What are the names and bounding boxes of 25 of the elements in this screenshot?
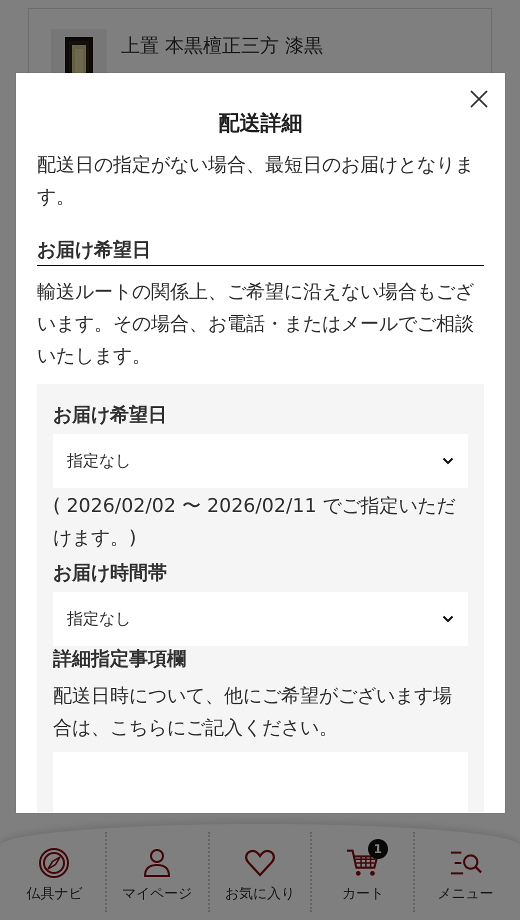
section-note: 輸送ルートの関係上、ご希望に沿えない場合もございます。その場合、お電話・またはメールでご相談いたします。 [37, 280, 475, 369]
nav-item[interactable]: 1 カート [312, 841, 414, 903]
dialog-title: 配送詳細 [218, 110, 304, 137]
date-range-note: ( 2026/02/02 〜 2026/02/11 でご指定いただけます。) [53, 494, 457, 551]
section-heading: お届け希望日 [37, 237, 484, 266]
nav-item[interactable]: メニュー [415, 841, 516, 903]
compass-icon [37, 847, 72, 879]
field-description: 配送日時について、他にご希望がございます場合は、こちらにご記入ください。 [53, 684, 453, 741]
close-button[interactable] [469, 89, 489, 109]
nav-item[interactable]: マイページ [106, 841, 208, 903]
cart-count-badge: 1 [368, 839, 388, 859]
field-label: お届け時間帯 [53, 561, 168, 586]
product-name: 上置 本黒檀正三方 漆黒 [121, 34, 324, 59]
field-label: お届け希望日 [53, 403, 168, 428]
dropdown-field[interactable]: 指定なし [53, 434, 468, 488]
field-label: 詳細指定事項欄 [53, 647, 187, 672]
intro-text: 配送日の指定がない場合、最短日のお届けとなります。 [37, 153, 475, 210]
chevron-down-icon [442, 457, 454, 465]
nav-item[interactable]: 仏具ナビ [4, 841, 105, 903]
heart-icon [242, 847, 277, 879]
dropdown-field[interactable]: 指定なし [53, 592, 468, 646]
nav-item[interactable]: お気に入り [210, 841, 310, 903]
text-area-field[interactable] [53, 752, 468, 813]
chevron-down-icon [442, 615, 454, 623]
close-icon [470, 90, 488, 108]
